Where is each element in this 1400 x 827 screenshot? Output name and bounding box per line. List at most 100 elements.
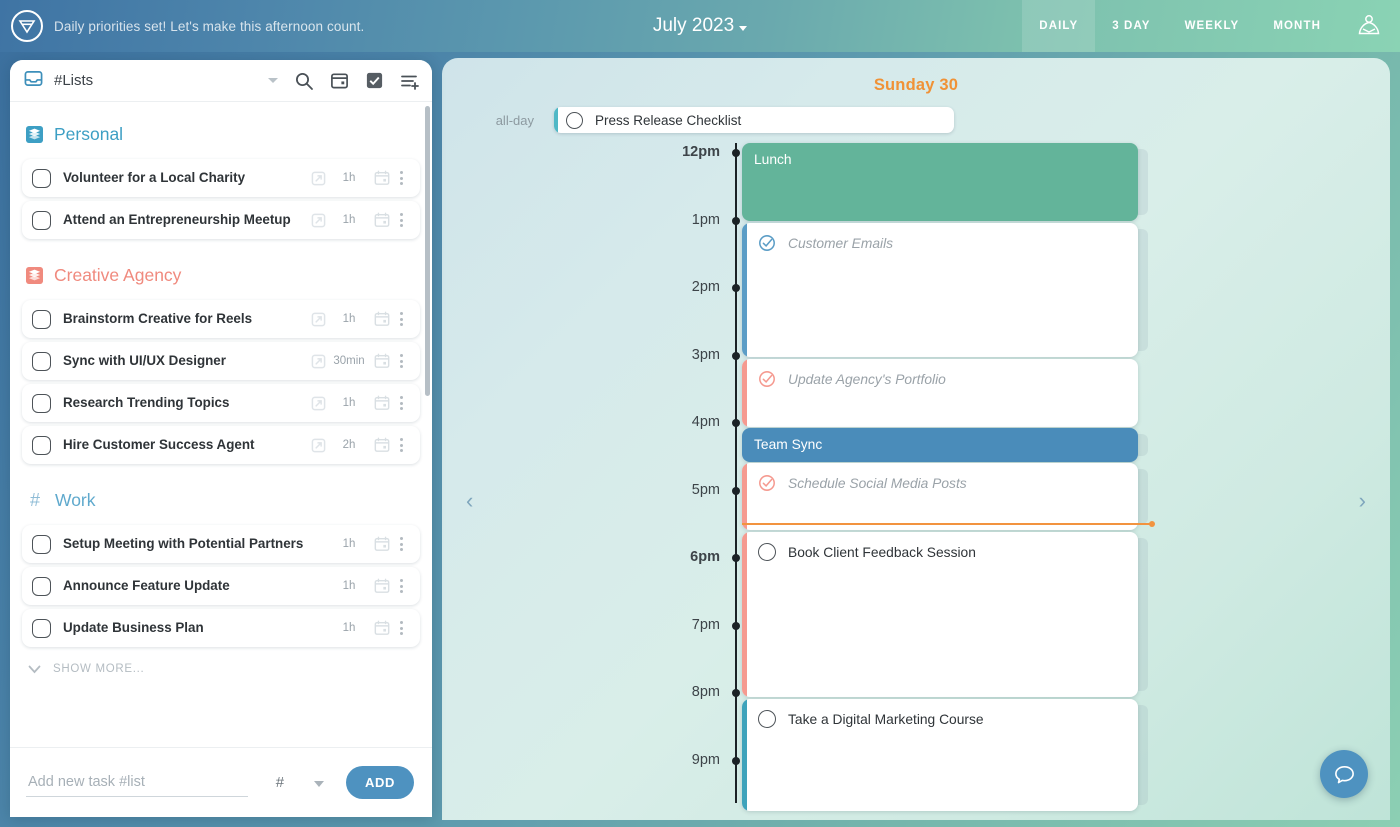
task-checkbox[interactable] (32, 211, 51, 230)
event-accent-bar (742, 359, 747, 427)
task-open-icon[interactable] (311, 171, 326, 186)
task-row[interactable]: Volunteer for a Local Charity1h (22, 159, 420, 197)
add-task-input[interactable] (26, 768, 248, 797)
chat-button[interactable] (1320, 750, 1368, 798)
calendar-event[interactable]: Book Client Feedback Session (742, 532, 1138, 697)
task-calendar-icon[interactable] (374, 311, 390, 327)
hour-label: 4pm (692, 414, 720, 430)
task-title: Update Business Plan (63, 620, 326, 637)
view-tab-weekly[interactable]: WEEKLY (1168, 0, 1257, 52)
task-row[interactable]: Research Trending Topics1h (22, 384, 420, 422)
task-row[interactable]: Setup Meeting with Potential Partners1h (22, 525, 420, 563)
view-tabs: DAILY3 DAYWEEKLYMONTH (1022, 0, 1338, 52)
avatar[interactable] (1338, 0, 1400, 52)
task-calendar-icon[interactable] (374, 578, 390, 594)
view-tab-daily[interactable]: DAILY (1022, 0, 1095, 52)
all-day-row: all-day Press Release Checklist (442, 107, 1390, 133)
checkbox-checked-icon[interactable] (365, 71, 384, 90)
task-menu-button[interactable] (390, 537, 412, 551)
event-done-icon[interactable] (758, 234, 776, 252)
view-tab-month[interactable]: MONTH (1256, 0, 1338, 52)
event-accent-bar (742, 699, 747, 811)
hash-tag-button[interactable]: # (276, 774, 284, 791)
task-checkbox[interactable] (32, 577, 51, 596)
task-open-icon[interactable] (311, 354, 326, 369)
task-open-icon[interactable] (311, 396, 326, 411)
task-menu-button[interactable] (390, 354, 412, 368)
prev-day-button[interactable]: ‹ (466, 488, 473, 514)
event-stack-indicator (1138, 434, 1148, 456)
list-group-header-creative-agency[interactable]: Creative Agency (20, 243, 422, 296)
task-menu-button[interactable] (390, 396, 412, 410)
hour-label: 9pm (692, 752, 720, 768)
current-time-indicator (742, 523, 1152, 525)
show-more-button[interactable]: SHOW MORE... (20, 651, 422, 683)
calendar-event[interactable]: Update Agency's Portfolio (742, 359, 1138, 427)
task-title: Brainstorm Creative for Reels (63, 311, 305, 328)
task-calendar-icon[interactable] (374, 212, 390, 228)
event-title: Team Sync (754, 437, 822, 452)
calendar-event[interactable]: Take a Digital Marketing Course (742, 699, 1138, 811)
lists-scroll-area[interactable]: Personal Volunteer for a Local Charity1h A… (10, 102, 432, 747)
task-row[interactable]: Sync with UI/UX Designer30min (22, 342, 420, 380)
view-tab-3-day[interactable]: 3 DAY (1095, 0, 1167, 52)
search-icon[interactable] (294, 71, 314, 91)
event-checkbox[interactable] (566, 112, 583, 129)
task-open-icon[interactable] (311, 312, 326, 327)
task-checkbox[interactable] (32, 310, 51, 329)
task-row[interactable]: Brainstorm Creative for Reels1h (22, 300, 420, 338)
task-menu-button[interactable] (390, 171, 412, 185)
event-done-icon[interactable] (758, 474, 776, 492)
calendar-event[interactable]: Customer Emails (742, 223, 1138, 357)
all-day-label: all-day (464, 113, 534, 128)
event-checkbox[interactable] (758, 710, 776, 728)
event-accent-bar (742, 532, 747, 697)
task-row[interactable]: Update Business Plan1h (22, 609, 420, 647)
calendar-icon[interactable] (330, 71, 349, 90)
lists-sidebar: #Lists (10, 60, 432, 817)
list-group-header-personal[interactable]: Personal (20, 102, 422, 155)
calendar-event[interactable]: Team Sync (742, 428, 1138, 462)
all-day-event[interactable]: Press Release Checklist (554, 107, 954, 133)
chevron-down-icon[interactable] (314, 781, 324, 787)
task-calendar-icon[interactable] (374, 170, 390, 186)
task-checkbox[interactable] (32, 352, 51, 371)
sidebar-scrollbar[interactable] (425, 106, 430, 396)
event-done-icon[interactable] (758, 370, 776, 388)
task-checkbox[interactable] (32, 394, 51, 413)
task-open-icon[interactable] (311, 213, 326, 228)
task-checkbox[interactable] (32, 619, 51, 638)
app-logo[interactable] (0, 10, 54, 42)
task-calendar-icon[interactable] (374, 536, 390, 552)
task-title: Attend an Entrepreneurship Meetup (63, 212, 305, 229)
add-list-icon[interactable] (400, 71, 420, 91)
inbox-icon[interactable] (24, 69, 43, 93)
hour-tick (732, 217, 740, 225)
task-title: Hire Customer Success Agent (63, 437, 305, 454)
day-title: Sunday 30 (442, 58, 1390, 95)
task-menu-button[interactable] (390, 312, 412, 326)
task-row[interactable]: Announce Feature Update1h (22, 567, 420, 605)
next-day-button[interactable]: › (1359, 488, 1366, 514)
task-calendar-icon[interactable] (374, 395, 390, 411)
month-selector[interactable]: July 2023 (653, 15, 747, 37)
task-menu-button[interactable] (390, 621, 412, 635)
list-group-header-work[interactable]: #Work (20, 468, 422, 521)
calendar-event[interactable]: Schedule Social Media Posts (742, 463, 1138, 530)
task-menu-button[interactable] (390, 579, 412, 593)
task-checkbox[interactable] (32, 436, 51, 455)
add-button[interactable]: ADD (346, 766, 414, 799)
task-calendar-icon[interactable] (374, 437, 390, 453)
task-calendar-icon[interactable] (374, 620, 390, 636)
task-menu-button[interactable] (390, 213, 412, 227)
task-calendar-icon[interactable] (374, 353, 390, 369)
task-checkbox[interactable] (32, 535, 51, 554)
task-open-icon[interactable] (311, 438, 326, 453)
event-checkbox[interactable] (758, 543, 776, 561)
task-row[interactable]: Attend an Entrepreneurship Meetup1h (22, 201, 420, 239)
task-checkbox[interactable] (32, 169, 51, 188)
calendar-event[interactable]: Lunch (742, 143, 1138, 221)
task-menu-button[interactable] (390, 438, 412, 452)
chevron-down-icon[interactable] (268, 78, 278, 83)
task-row[interactable]: Hire Customer Success Agent2h (22, 426, 420, 464)
